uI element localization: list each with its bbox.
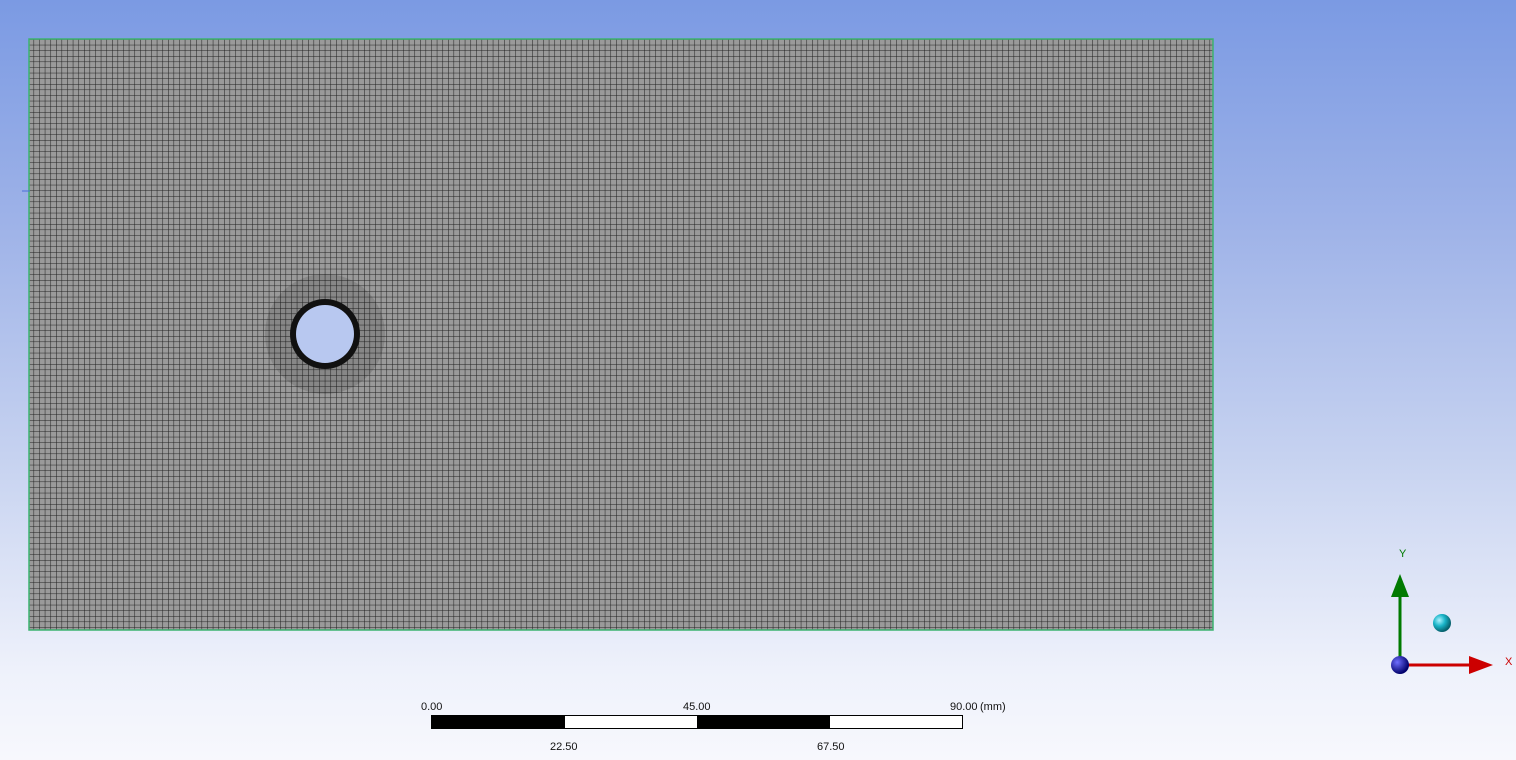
- isometric-view-ball[interactable]: [1433, 614, 1451, 632]
- scale-label-0: 0.00: [421, 701, 443, 713]
- scale-seg-4: [829, 716, 962, 728]
- scale-label-22-5: 22.50: [550, 741, 578, 753]
- graphics-viewport[interactable]: Y X 0.00 45.00 90.00 (mm) 22.50 67.50: [0, 0, 1516, 760]
- y-axis-label: Y: [1399, 548, 1407, 560]
- x-axis-arrowhead: [1469, 656, 1493, 674]
- y-axis-arrowhead: [1391, 574, 1409, 597]
- hole: [296, 305, 354, 363]
- mesh-canvas[interactable]: [0, 0, 1516, 760]
- scale-seg-2: [564, 716, 697, 728]
- z-axis-origin: [1391, 656, 1409, 674]
- scale-unit: (mm): [980, 701, 1006, 713]
- scale-label-90: 90.00: [950, 701, 978, 713]
- x-axis-label: X: [1505, 656, 1513, 668]
- scale-seg-1: [432, 716, 565, 728]
- scale-label-45: 45.00: [683, 701, 711, 713]
- coordinate-triad[interactable]: [1391, 574, 1493, 674]
- scale-seg-3: [697, 716, 830, 728]
- scale-label-67-5: 67.50: [817, 741, 845, 753]
- scale-bar: [431, 715, 963, 729]
- mesh-shade: [29, 39, 1213, 630]
